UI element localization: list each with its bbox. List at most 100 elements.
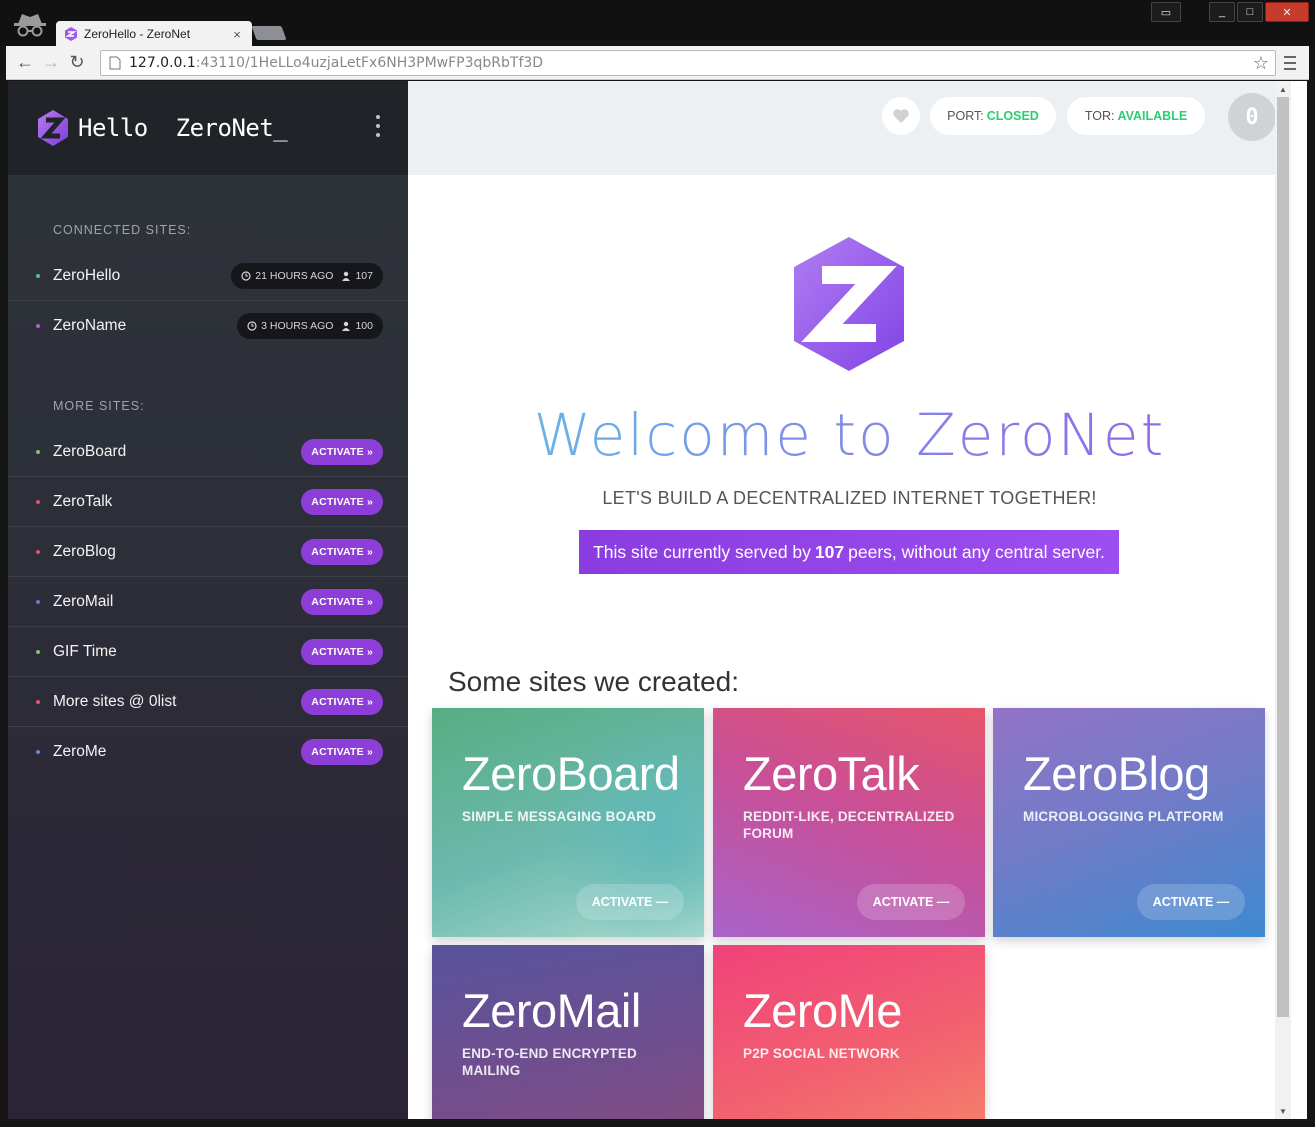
close-window-icon[interactable]: ✕ (1265, 2, 1309, 22)
connected-sites-label: CONNECTED SITES: (53, 223, 192, 237)
card-activate-button[interactable]: ACTIVATE — (1137, 884, 1245, 920)
site-peers: 100 (355, 320, 373, 332)
reload-icon[interactable]: ↻ (64, 50, 90, 76)
site-dot (36, 550, 40, 554)
site-name: ZeroBlog (53, 542, 116, 560)
heart-icon (893, 109, 909, 123)
site-name: ZeroMe (53, 743, 107, 760)
site-name: ZeroBoard (53, 442, 127, 460)
card-zeromail[interactable]: ZeroMail END-TO-END ENCRYPTED MAILING (432, 945, 704, 1119)
activate-button[interactable]: ACTIVATE » (301, 589, 383, 615)
card-title: ZeroMe (743, 984, 902, 1037)
port-label: PORT: (947, 109, 984, 123)
tab-close-icon[interactable]: × (230, 27, 244, 42)
site-dot (36, 324, 40, 328)
forward-icon[interactable]: → (38, 50, 64, 76)
card-description: SIMPLE MESSAGING BOARD (462, 809, 657, 824)
card-activate-button[interactable]: ACTIVATE — (576, 884, 684, 920)
welcome-heading: Welcome to ZeroNet (408, 401, 1291, 469)
site-dot (36, 750, 40, 754)
address-bar[interactable]: 127.0.0.1:43110/1HeLLo4uzjaLetFx6NH3PMwF… (100, 50, 1276, 76)
card-title: ZeroBoard (462, 747, 680, 800)
site-name: ZeroMail (53, 592, 114, 610)
connected-site-zeroname[interactable]: ZeroName 3 HOURS AGO 100 (8, 301, 408, 351)
activate-button[interactable]: ACTIVATE » (301, 739, 383, 765)
zeronet-hero-logo-icon (794, 237, 904, 371)
activate-button[interactable]: ACTIVATE » (301, 639, 383, 665)
card-activate-button[interactable]: ACTIVATE — (857, 884, 965, 920)
served-prefix: This site currently served by (593, 541, 811, 562)
zeronet-favicon-icon (65, 27, 77, 41)
card-zerome[interactable]: ZeroMe P2P SOCIAL NETWORK (713, 945, 985, 1119)
tor-value: AVAILABLE (1117, 109, 1188, 123)
browser-window: ZeroHello - ZeroNet × ▭ _ □ ✕ ← → ↻ 127.… (0, 0, 1315, 1127)
connected-site-zerohello[interactable]: ZeroHello 21 HOURS AGO 107 (8, 251, 408, 301)
tab-title: ZeroHello - ZeroNet (84, 27, 191, 41)
bookmark-star-icon[interactable]: ☆ (1253, 53, 1269, 74)
incognito-icon (14, 14, 46, 37)
site-status-badge: 3 HOURS AGO 100 (237, 313, 383, 339)
site-dot (36, 600, 40, 604)
card-title: ZeroBlog (1023, 747, 1210, 800)
donate-button[interactable] (882, 97, 920, 135)
site-updated-time: 21 HOURS AGO (255, 270, 334, 282)
more-site-zeroblog[interactable]: ZeroBlog ACTIVATE » (8, 527, 408, 577)
activate-button[interactable]: ACTIVATE » (301, 439, 383, 465)
site-name: ZeroName (53, 317, 127, 334)
main-panel: PORT: CLOSED TOR: AVAILABLE 0 Welcome to Z… (408, 81, 1291, 1119)
user-icon (342, 321, 351, 331)
window-controls: ▭ _ □ ✕ (1151, 2, 1309, 22)
card-description: END-TO-END ENCRYPTED MAILING (462, 1046, 638, 1078)
activate-button[interactable]: ACTIVATE » (301, 539, 383, 565)
tor-label: TOR: (1084, 109, 1115, 123)
url-host: 127.0.0.1 (129, 55, 196, 71)
site-dot (36, 650, 40, 654)
site-name: More sites @ 0list (53, 692, 177, 710)
site-name: GIF Time (53, 642, 117, 660)
clock-icon (241, 271, 251, 281)
maximize-icon[interactable]: □ (1237, 2, 1263, 22)
sidebar-title: Hello ZeroNet_ (78, 114, 288, 142)
card-description: MICROBLOGGING PLATFORM (1023, 809, 1224, 824)
card-title: ZeroTalk (743, 747, 920, 800)
title-bar: ZeroHello - ZeroNet × ▭ _ □ ✕ (0, 0, 1315, 47)
notifications-badge[interactable]: 0 (1228, 93, 1276, 141)
more-site-0list[interactable]: More sites @ 0list ACTIVATE » (8, 677, 408, 727)
more-site-gif-time[interactable]: GIF Time ACTIVATE » (8, 627, 408, 677)
sidebar-menu-icon[interactable] (374, 115, 382, 141)
more-site-zeromail[interactable]: ZeroMail ACTIVATE » (8, 577, 408, 627)
activate-button[interactable]: ACTIVATE » (301, 689, 383, 715)
more-site-zerotalk[interactable]: ZeroTalk ACTIVATE » (8, 477, 408, 527)
more-site-zeroboard[interactable]: ZeroBoard ACTIVATE » (8, 427, 408, 477)
site-name: ZeroTalk (53, 492, 113, 510)
card-description: REDDIT-LIKE, DECENTRALIZED FORUM (743, 809, 955, 841)
card-zerotalk[interactable]: ZeroTalk REDDIT-LIKE, DECENTRALIZED FORU… (713, 708, 985, 937)
card-description: P2P SOCIAL NETWORK (743, 1046, 900, 1061)
site-dot (36, 500, 40, 504)
minimize-icon[interactable]: _ (1209, 2, 1235, 22)
scroll-down-icon[interactable]: ▼ (1275, 1103, 1291, 1119)
more-site-zerome[interactable]: ZeroMe ACTIVATE » (8, 727, 408, 777)
served-peers: 107 (814, 541, 845, 562)
created-sites-title: Some sites we created: (448, 666, 740, 697)
tab-zerohello[interactable]: ZeroHello - ZeroNet × (56, 21, 252, 47)
restore-icon[interactable]: ▭ (1151, 2, 1181, 22)
clock-icon (247, 321, 257, 331)
browser-toolbar: ← → ↻ 127.0.0.1:43110/1HeLLo4uzjaLetFx6N… (6, 46, 1309, 80)
card-zeroboard[interactable]: ZeroBoard SIMPLE MESSAGING BOARD ACTIVAT… (432, 708, 704, 937)
tor-status[interactable]: TOR: AVAILABLE (1067, 97, 1205, 135)
served-banner: This site currently served by 107 peers,… (579, 530, 1119, 574)
back-icon[interactable]: ← (12, 50, 38, 76)
new-tab-button[interactable] (251, 26, 287, 40)
site-name: ZeroHello (53, 266, 121, 284)
page-icon (109, 56, 121, 70)
activate-button[interactable]: ACTIVATE » (301, 489, 383, 515)
scroll-up-icon[interactable]: ▲ (1275, 81, 1291, 97)
port-status[interactable]: PORT: CLOSED (930, 97, 1056, 135)
site-peers: 107 (355, 270, 373, 282)
scrollbar-thumb[interactable] (1277, 97, 1289, 1017)
card-zeroblog[interactable]: ZeroBlog MICROBLOGGING PLATFORM ACTIVATE… (993, 708, 1265, 937)
page-content: Hello ZeroNet_ CONNECTED SITES: ZeroHell… (8, 81, 1307, 1119)
page-scrollbar[interactable]: ▲ ▼ (1275, 81, 1291, 1119)
browser-menu-icon[interactable] (1283, 53, 1297, 73)
